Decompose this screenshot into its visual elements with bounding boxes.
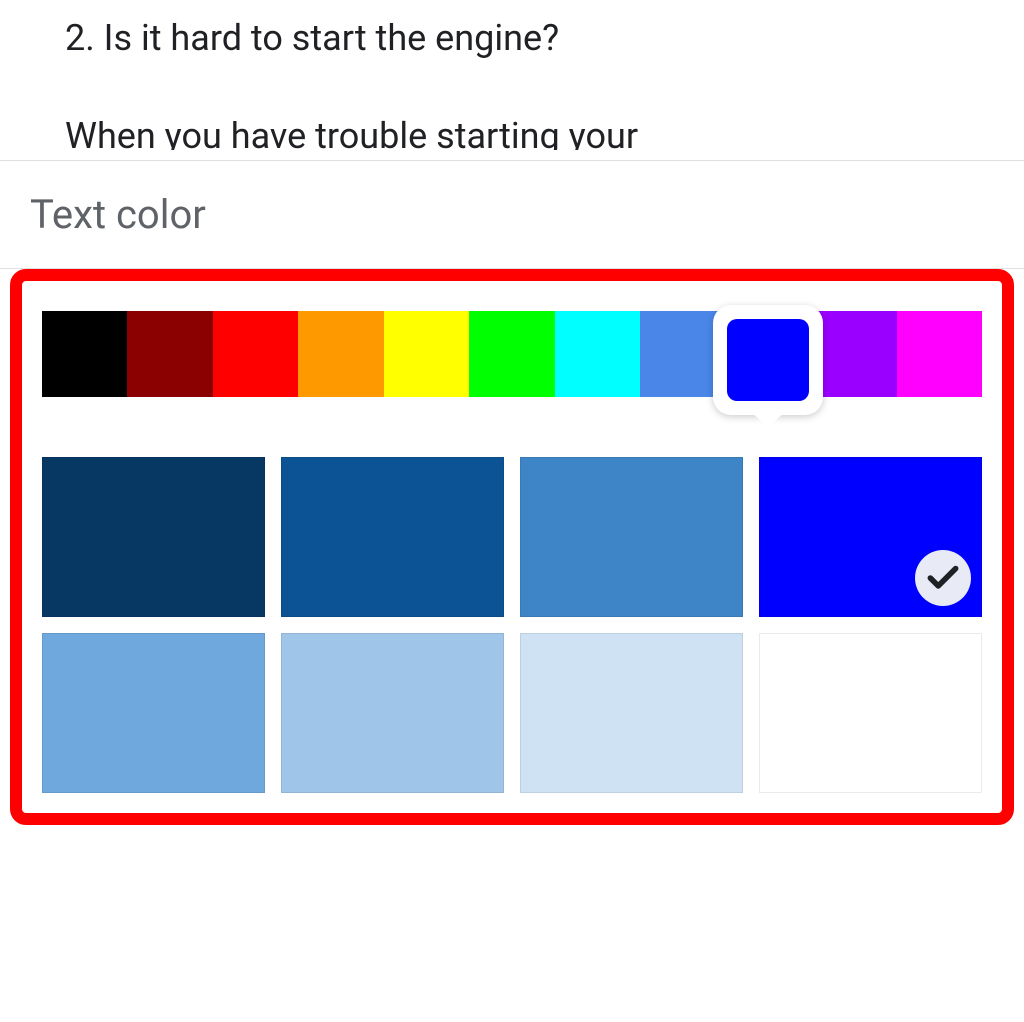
shade-swatch-2[interactable] bbox=[520, 457, 743, 617]
shade-swatch-4[interactable] bbox=[42, 633, 265, 793]
shade-swatch-1[interactable] bbox=[281, 457, 504, 617]
hue-swatch-darkred[interactable] bbox=[127, 311, 212, 397]
panel-title: Text color bbox=[30, 191, 206, 238]
document-content: 2. Is it hard to start the engine? When … bbox=[0, 0, 1024, 160]
shade-swatch-6[interactable] bbox=[520, 633, 743, 793]
shade-swatch-0[interactable] bbox=[42, 457, 265, 617]
hue-selected-inner bbox=[727, 319, 809, 401]
hue-swatch-cyan[interactable] bbox=[555, 311, 640, 397]
hue-selected-indicator[interactable] bbox=[713, 305, 823, 415]
hue-swatch-yellow[interactable] bbox=[384, 311, 469, 397]
hue-swatch-orange[interactable] bbox=[298, 311, 383, 397]
panel-header: Text color bbox=[0, 160, 1024, 269]
hue-swatch-purple[interactable] bbox=[811, 311, 896, 397]
color-picker-panel bbox=[10, 269, 1014, 825]
check-icon bbox=[915, 550, 971, 606]
hue-row bbox=[42, 311, 982, 397]
shade-swatch-3[interactable] bbox=[759, 457, 982, 617]
document-line-1[interactable]: 2. Is it hard to start the engine? bbox=[65, 10, 959, 68]
hue-swatch-green[interactable] bbox=[469, 311, 554, 397]
document-line-2[interactable]: When you have trouble starting your bbox=[65, 108, 959, 150]
hue-swatch-magenta[interactable] bbox=[897, 311, 982, 397]
hue-swatch-red[interactable] bbox=[213, 311, 298, 397]
shade-swatch-5[interactable] bbox=[281, 633, 504, 793]
shades-grid bbox=[42, 457, 982, 793]
shade-swatch-7[interactable] bbox=[759, 633, 982, 793]
hue-swatch-black[interactable] bbox=[42, 311, 127, 397]
